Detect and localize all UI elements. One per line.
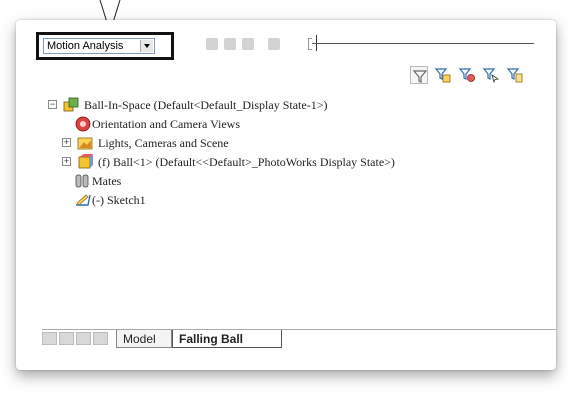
motion-manager-toolbar: Motion Analysis bbox=[16, 20, 556, 68]
filter-animation-icon[interactable] bbox=[434, 66, 452, 84]
camera-views-icon bbox=[74, 115, 92, 133]
lights-scene-icon bbox=[76, 134, 94, 152]
play-icon[interactable] bbox=[242, 38, 254, 50]
tab-model[interactable]: Model bbox=[116, 330, 172, 348]
first-tab-arrow-icon[interactable] bbox=[42, 332, 57, 345]
mates-icon bbox=[74, 172, 92, 190]
filter-selected-icon[interactable] bbox=[482, 66, 500, 84]
assembly-icon bbox=[62, 96, 80, 114]
part-icon bbox=[76, 153, 94, 171]
stop-icon[interactable] bbox=[268, 38, 280, 50]
next-tab-arrow-icon[interactable] bbox=[76, 332, 91, 345]
expand-icon[interactable]: + bbox=[62, 157, 71, 166]
calculate-icon[interactable] bbox=[206, 38, 218, 50]
collapse-icon[interactable]: − bbox=[48, 100, 57, 109]
expand-icon[interactable]: + bbox=[62, 138, 71, 147]
sketch-icon bbox=[74, 191, 92, 209]
tab-navigation bbox=[42, 332, 110, 346]
tab-falling-ball[interactable]: Falling Ball bbox=[172, 330, 282, 348]
motion-feature-tree: − Ball-In-Space (Default<Default_Display… bbox=[16, 90, 556, 320]
filter-driving-icon[interactable] bbox=[458, 66, 476, 84]
study-type-dropdown[interactable]: Motion Analysis bbox=[36, 32, 174, 60]
study-type-select[interactable]: Motion Analysis bbox=[43, 38, 155, 54]
tree-item-label: (f) Ball<1> (Default<<Default>_PhotoWork… bbox=[98, 155, 395, 169]
chevron-down-icon[interactable] bbox=[140, 40, 153, 52]
motion-study-panel: Motion Analysis − Ball-In-Space (Default… bbox=[16, 20, 556, 370]
tree-root-label: Ball-In-Space (Default<Default_Display S… bbox=[84, 98, 328, 112]
filter-toolbar bbox=[16, 66, 556, 88]
filter-icon[interactable] bbox=[410, 66, 428, 84]
tree-item-label: Lights, Cameras and Scene bbox=[98, 136, 229, 150]
last-tab-arrow-icon[interactable] bbox=[93, 332, 108, 345]
prev-tab-arrow-icon[interactable] bbox=[59, 332, 74, 345]
tree-item-label: (-) Sketch1 bbox=[92, 193, 146, 207]
timeline-slider[interactable] bbox=[312, 43, 534, 44]
tree-item-label: Mates bbox=[92, 174, 122, 188]
timeline-start-marker bbox=[308, 38, 312, 50]
study-type-value: Motion Analysis bbox=[47, 40, 124, 52]
tree-item-label: Orientation and Camera Views bbox=[92, 117, 241, 131]
play-from-start-icon[interactable] bbox=[224, 38, 236, 50]
filter-results-icon[interactable] bbox=[506, 66, 524, 84]
study-tabs-bar: Model Falling Ball bbox=[42, 328, 556, 350]
